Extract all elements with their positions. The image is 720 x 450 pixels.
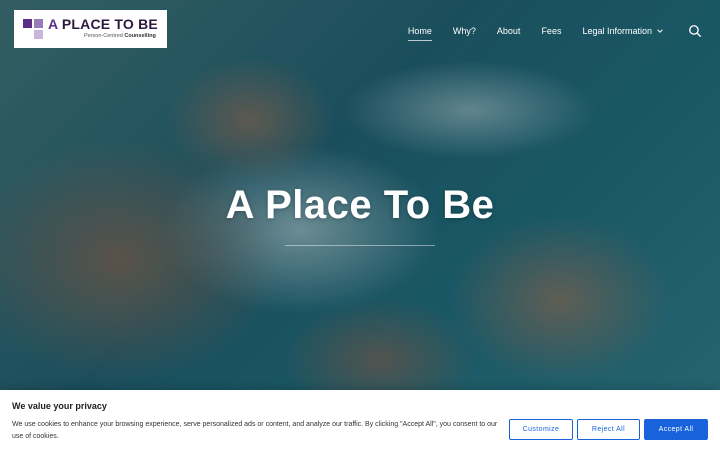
logo-prefix: A (48, 16, 58, 32)
cookie-banner-text: We use cookies to enhance your browsing … (12, 421, 498, 440)
logo-tagline: Person-Centred Counselling (84, 33, 156, 39)
logo-tagline-a: Person-Centred (84, 33, 123, 39)
cookie-banner-title: We value your privacy (12, 401, 107, 411)
nav-item-why[interactable]: Why? (453, 26, 476, 36)
customize-button[interactable]: Customize (509, 419, 573, 440)
nav-item-label: About (496, 26, 521, 36)
logo-squares-icon (23, 19, 43, 41)
site-logo[interactable]: A PLACE TO BE Person-Centred Counselling (14, 10, 167, 48)
logo-tagline-b: Counselling (124, 33, 156, 39)
logo-title: A PLACE TO BE (48, 16, 158, 32)
hero-divider (285, 245, 435, 246)
nav-item-legal-information[interactable]: Legal Information (582, 26, 664, 36)
hero-title: A Place To Be (225, 183, 495, 227)
logo-name: PLACE TO BE (61, 16, 158, 32)
reject-all-button[interactable]: Reject All (577, 419, 640, 440)
cookie-consent-banner: We value your privacy We use cookies to … (0, 390, 720, 450)
search-icon[interactable] (688, 24, 702, 38)
nav-item-home[interactable]: Home (407, 26, 432, 41)
nav-item-about[interactable]: About (497, 26, 521, 36)
nav-item-label: Legal Information (582, 26, 652, 36)
nav-item-label: Why? (452, 26, 476, 36)
nav-item-label: Home (407, 26, 432, 36)
main-navigation: Home Why? About Fees Legal Information (387, 26, 664, 41)
nav-item-label: Fees (541, 26, 562, 36)
chevron-down-icon (657, 29, 663, 33)
accept-all-button[interactable]: Accept All (644, 419, 708, 440)
nav-item-fees[interactable]: Fees (541, 26, 561, 36)
